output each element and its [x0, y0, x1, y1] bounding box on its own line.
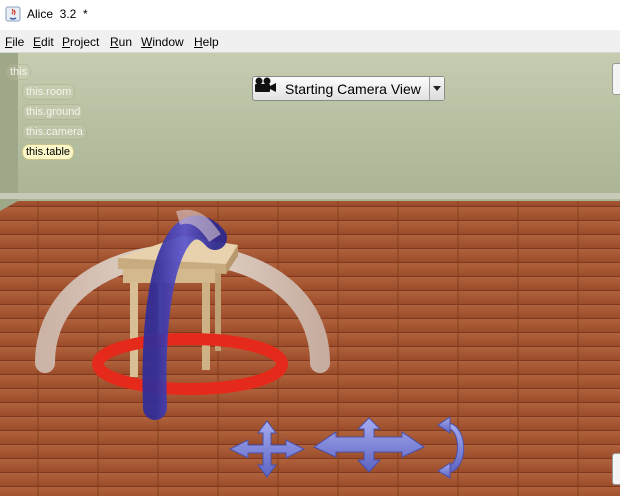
title-bar: Alice 3.2 * [0, 0, 620, 30]
tree-item-ground[interactable]: this.ground [22, 104, 85, 120]
menu-project[interactable]: Project [62, 35, 99, 49]
side-panel-button-bottom[interactable] [612, 453, 620, 485]
menu-edit[interactable]: Edit [33, 35, 54, 49]
menu-help[interactable]: Help [194, 35, 219, 49]
menu-window[interactable]: Window [141, 35, 184, 49]
window-title: Alice 3.2 * [27, 7, 88, 21]
move-vertical-handle-icon[interactable] [312, 417, 426, 473]
scene-viewport[interactable]: this this.room this.ground this.camera t… [0, 53, 620, 496]
scene-render [0, 53, 620, 496]
side-panel-button-top[interactable] [612, 63, 620, 95]
tree-item-table[interactable]: this.table [22, 144, 75, 160]
chevron-down-icon[interactable] [429, 77, 444, 100]
menu-run[interactable]: Run [110, 35, 132, 49]
movie-camera-icon [255, 77, 276, 92]
move-horizontal-handle-icon[interactable] [228, 419, 306, 479]
rotate-handle-icon[interactable] [434, 415, 472, 479]
tree-item-camera[interactable]: this.camera [22, 124, 87, 140]
tree-item-room[interactable]: this.room [22, 84, 76, 100]
menu-bar: File Edit Project Run Window Help [0, 30, 620, 53]
camera-view-label: Starting Camera View [285, 81, 421, 97]
menu-file[interactable]: File [5, 35, 24, 49]
camera-view-dropdown[interactable]: Starting Camera View [252, 76, 445, 101]
java-app-icon [5, 6, 21, 22]
tree-item-this[interactable]: this [6, 64, 32, 80]
